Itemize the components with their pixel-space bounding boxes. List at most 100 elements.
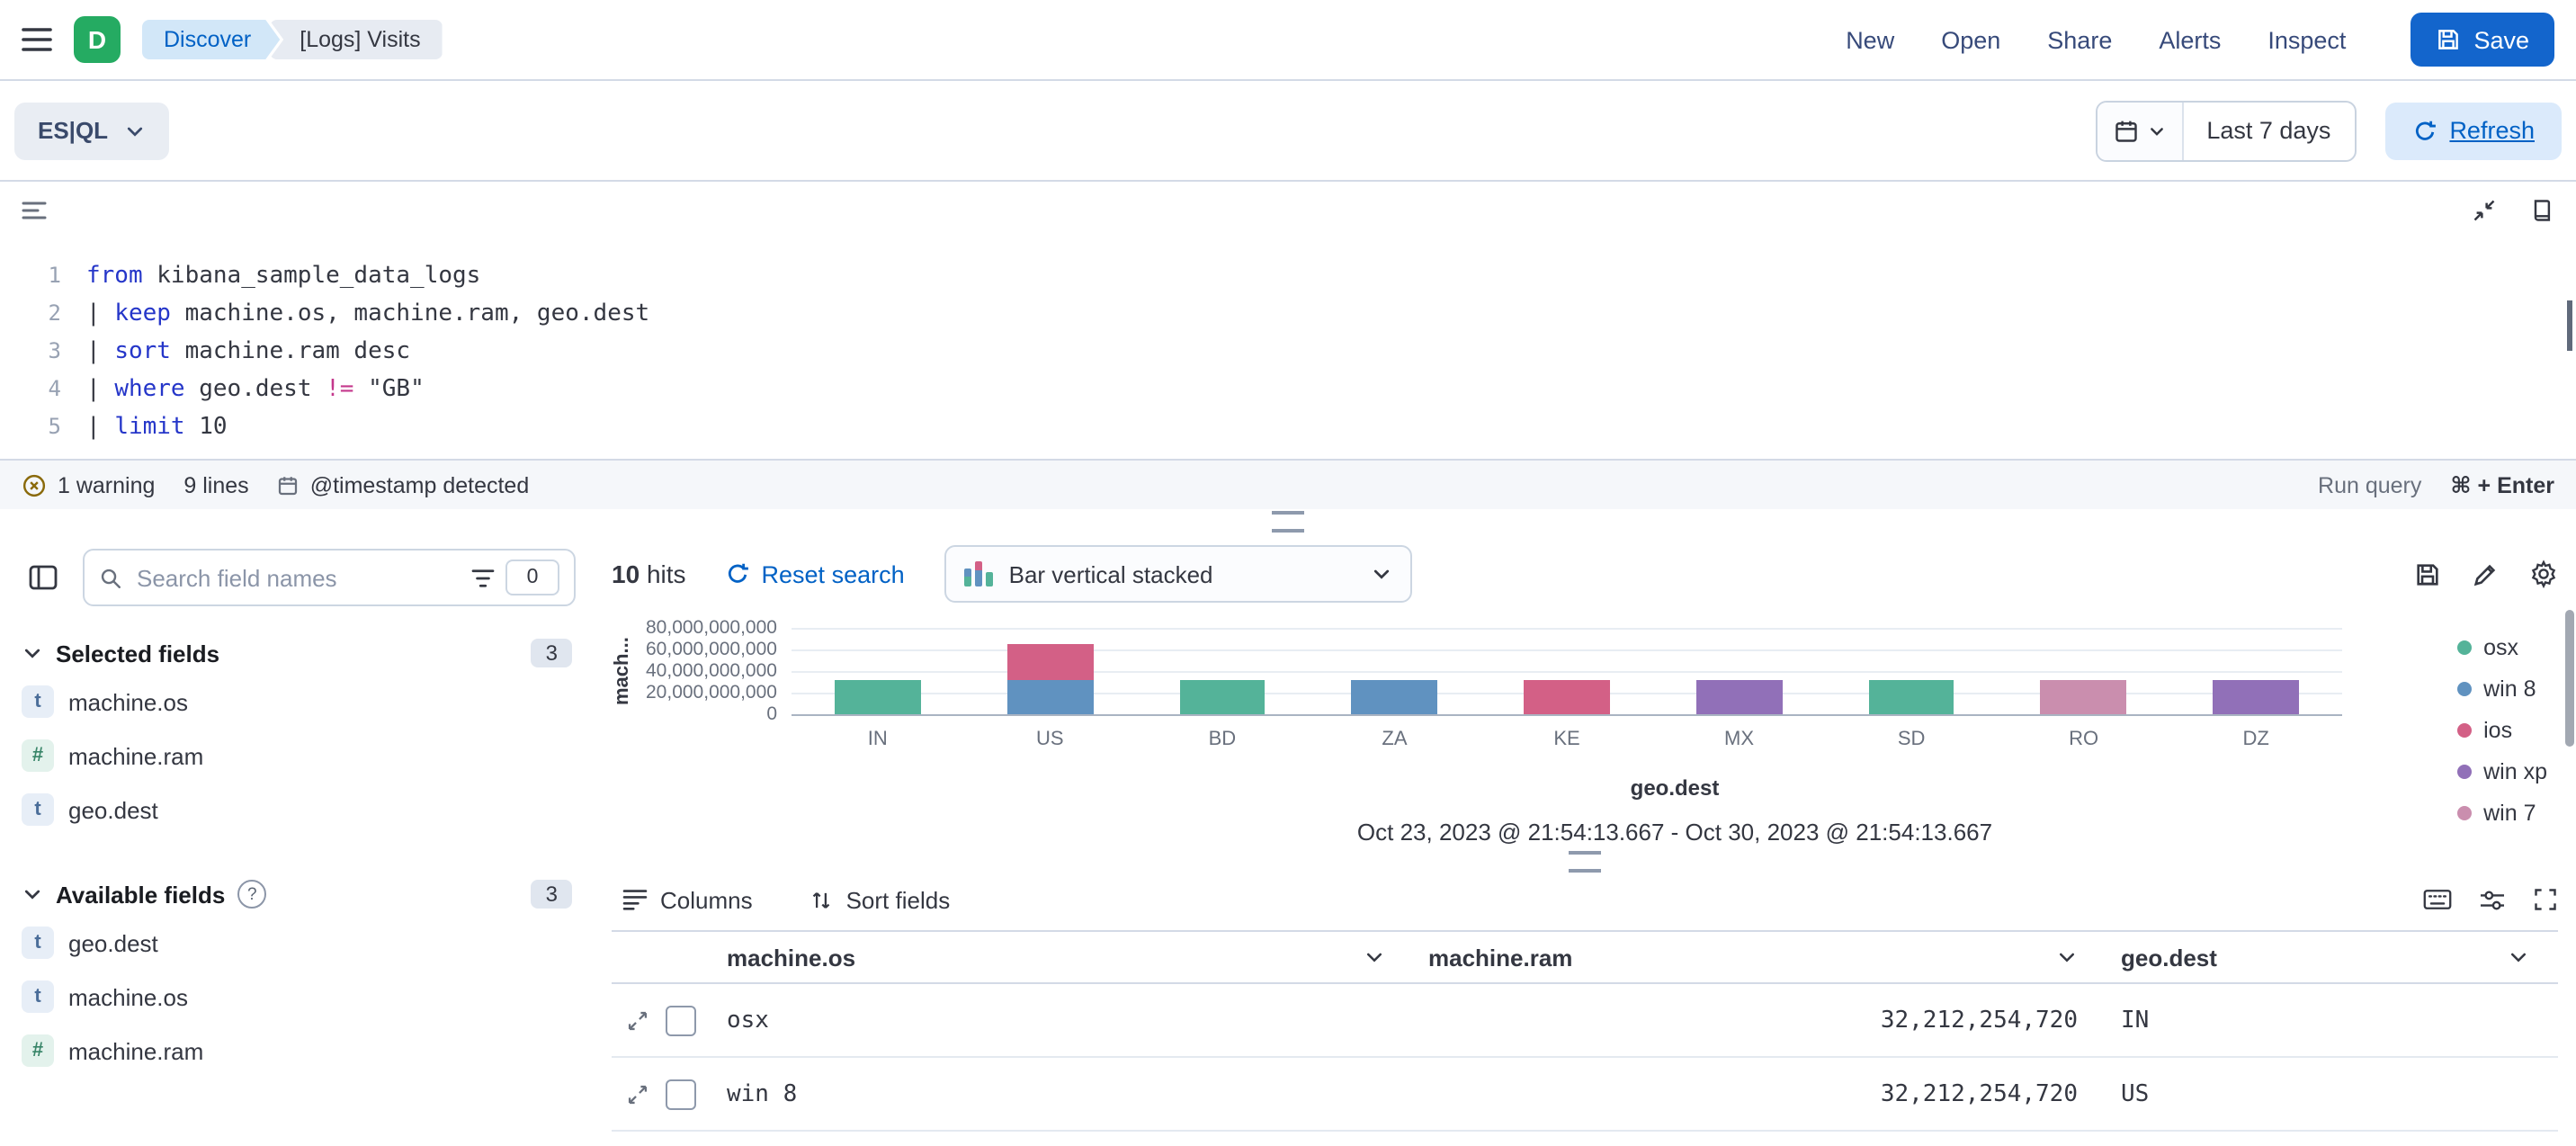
line-number: 2 — [0, 295, 86, 333]
date-range-label[interactable]: Last 7 days — [2183, 102, 2354, 159]
display-options-icon[interactable] — [2479, 888, 2506, 911]
timestamp-detected: @timestamp detected — [278, 472, 530, 497]
gear-icon[interactable] — [2529, 560, 2558, 588]
bar-segment-osx[interactable] — [1868, 679, 1954, 714]
field-list-item[interactable]: #machine.ram — [18, 729, 576, 783]
calendar-icon — [2113, 118, 2138, 143]
sidebar-section-title: Selected fields — [56, 640, 219, 667]
chart-bar-MX[interactable] — [1696, 679, 1783, 714]
field-name: geo.dest — [68, 796, 158, 823]
chart-bar-DZ[interactable] — [2213, 679, 2299, 714]
header-link-open[interactable]: Open — [1941, 26, 2000, 53]
chart-resize-strip — [612, 851, 2558, 873]
bar-segment-ios[interactable] — [1006, 645, 1093, 680]
field-list-item[interactable]: tmachine.os — [18, 970, 576, 1024]
chart-plot[interactable] — [792, 628, 2342, 716]
header-link-alerts[interactable]: Alerts — [2159, 26, 2221, 53]
column-header-machine-ram[interactable]: machine.ram — [1414, 944, 2106, 971]
filter-icon[interactable] — [471, 568, 495, 587]
chart-bar-RO[interactable] — [2041, 679, 2127, 714]
editor-line: 5| limit 10 — [0, 408, 2576, 446]
legend-item-ios[interactable]: ios — [2456, 718, 2547, 743]
row-checkbox[interactable] — [666, 1005, 696, 1035]
chart-y-axis-ticks: 80,000,000,00060,000,000,00040,000,000,0… — [612, 628, 777, 714]
bar-segment-win xp[interactable] — [1696, 679, 1783, 714]
sort-fields-button[interactable]: Sort fields — [800, 884, 962, 915]
column-header-geo-dest[interactable]: geo.dest — [2106, 944, 2558, 971]
field-list-item[interactable]: tgeo.dest — [18, 916, 576, 970]
field-search-input[interactable] — [133, 562, 461, 593]
save-button[interactable]: Save — [2411, 13, 2554, 67]
shrink-icon[interactable] — [2472, 198, 2497, 223]
chevron-down-icon[interactable] — [2056, 946, 2092, 968]
editor-line: 2| keep machine.os, machine.ram, geo.des… — [0, 295, 2576, 333]
refresh-button[interactable]: Refresh — [2384, 102, 2562, 159]
header-link-inspect[interactable]: Inspect — [2267, 26, 2346, 53]
chart-bar-IN[interactable] — [835, 679, 921, 714]
expand-row-icon[interactable] — [626, 1082, 649, 1106]
columns-button[interactable]: Columns — [612, 884, 764, 915]
keyboard-icon[interactable] — [2423, 889, 2452, 910]
chart-time-caption: Oct 23, 2023 @ 21:54:13.667 - Oct 30, 20… — [792, 819, 2558, 846]
bar-segment-osx[interactable] — [1179, 679, 1266, 714]
cell-machine-ram: 32,212,254,720 — [1414, 1080, 2106, 1107]
column-header-machine-os[interactable]: machine.os — [712, 944, 1414, 971]
discover-app-logo[interactable]: D — [74, 16, 121, 63]
field-list-item[interactable]: tmachine.os — [18, 675, 576, 729]
grab-handle-icon[interactable] — [1569, 851, 1601, 873]
row-checkbox[interactable] — [666, 1079, 696, 1109]
field-list-item[interactable]: tgeo.dest — [18, 783, 576, 837]
help-icon[interactable]: ? — [237, 880, 266, 909]
header-links: New Open Share Alerts Inspect — [1846, 26, 2346, 53]
chart-bar-US[interactable] — [1006, 645, 1093, 714]
bar-segment-ios[interactable] — [1524, 679, 1610, 714]
legend-item-win-8[interactable]: win 8 — [2456, 676, 2547, 702]
field-list-item[interactable]: #machine.ram — [18, 1024, 576, 1078]
menu-icon[interactable] — [22, 27, 52, 52]
chevron-down-icon[interactable] — [1364, 946, 1400, 968]
bar-segment-osx[interactable] — [835, 679, 921, 714]
chevron-down-icon — [124, 120, 146, 141]
bar-segment-win 7[interactable] — [2041, 679, 2127, 714]
header-link-share[interactable]: Share — [2047, 26, 2112, 53]
chart-type-select[interactable]: Bar vertical stacked — [944, 545, 1412, 603]
date-picker-calendar-button[interactable] — [2097, 102, 2183, 159]
breadcrumb-discover[interactable]: Discover — [142, 20, 280, 59]
warning-status[interactable]: 1 warning — [22, 472, 155, 497]
esql-mode-button[interactable]: ES|QL — [14, 102, 169, 159]
sort-fields-icon — [810, 888, 834, 911]
vertical-scrollbar[interactable] — [2565, 610, 2574, 747]
bar-segment-win 8[interactable] — [1352, 679, 1438, 714]
edit-icon[interactable] — [2472, 560, 2499, 587]
chart-bar-SD[interactable] — [1868, 679, 1954, 714]
esql-editor[interactable]: 1from kibana_sample_data_logs2| keep mac… — [0, 182, 2576, 459]
legend-item-osx[interactable]: osx — [2456, 635, 2547, 660]
bar-segment-win xp[interactable] — [2213, 679, 2299, 714]
editor-code[interactable]: 1from kibana_sample_data_logs2| keep mac… — [0, 239, 2576, 446]
cell-geo-dest: US — [2106, 1080, 2558, 1107]
collapse-sidebar-button[interactable] — [18, 552, 68, 603]
editor-line-count: 9 lines — [183, 472, 248, 497]
reset-search-button[interactable]: Reset search — [715, 559, 916, 589]
grab-handle-icon[interactable] — [1272, 511, 1304, 533]
bar-segment-win 8[interactable] — [1006, 679, 1093, 714]
header-link-new[interactable]: New — [1846, 26, 1894, 53]
expand-row-icon[interactable] — [626, 1008, 649, 1032]
breadcrumb-current: [Logs] Visits — [269, 20, 442, 59]
run-query-label[interactable]: Run query — [2318, 472, 2421, 497]
docs-book-icon[interactable] — [2529, 198, 2554, 223]
legend-item-win-xp[interactable]: win xp — [2456, 759, 2547, 784]
save-visualization-icon[interactable] — [2414, 560, 2441, 587]
chart-bar-KE[interactable] — [1524, 679, 1610, 714]
number-field-icon: # — [22, 739, 54, 772]
chevron-down-icon[interactable] — [2508, 946, 2544, 968]
sidebar-section-header[interactable]: Selected fields3 — [22, 639, 572, 667]
chart-x-axis-ticks: INUSBDZAKEMXSDRODZ — [792, 729, 2342, 754]
chart-bar-ZA[interactable] — [1352, 679, 1438, 714]
editor-options-icon[interactable] — [22, 200, 47, 221]
x-tick-label: SD — [1898, 729, 1926, 750]
chart-bar-BD[interactable] — [1179, 679, 1266, 714]
sidebar-section-header[interactable]: Available fields?3 — [22, 880, 572, 909]
legend-item-win-7[interactable]: win 7 — [2456, 801, 2547, 826]
fullscreen-icon[interactable] — [2533, 887, 2558, 912]
